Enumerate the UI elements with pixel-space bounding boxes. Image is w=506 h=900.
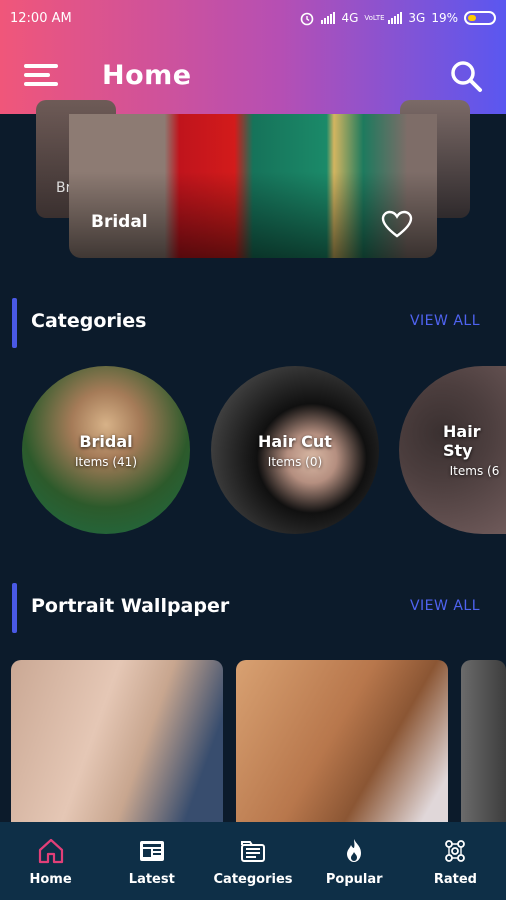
fire-icon <box>347 838 362 862</box>
nav-popular[interactable]: Popular <box>304 822 405 900</box>
app-header: 12:00 AM 4G VoLTE 3G 19% Home <box>0 0 506 114</box>
nav-rated[interactable]: Rated <box>405 822 506 900</box>
nav-latest[interactable]: Latest <box>101 822 202 900</box>
section-accent-bar <box>12 583 17 633</box>
view-all-categories-link[interactable]: VIEW ALL <box>410 313 480 329</box>
nav-label: Categories <box>213 871 293 887</box>
status-time: 12:00 AM <box>10 10 72 26</box>
volte-badge: VoLTE <box>364 13 385 22</box>
heart-icon[interactable] <box>381 210 413 238</box>
search-icon[interactable] <box>448 58 484 94</box>
portrait-header: Portrait Wallpaper VIEW ALL <box>0 583 506 633</box>
wallpaper-thumbnail[interactable] <box>236 660 448 830</box>
battery-icon <box>464 11 496 25</box>
status-icons: 4G VoLTE 3G 19% <box>299 10 496 26</box>
category-hair-style[interactable]: Hair Sty Items (6 <box>399 366 506 534</box>
nav-home[interactable]: Home <box>0 822 101 900</box>
category-name: Hair Cut <box>258 431 332 451</box>
signal-icon <box>388 12 403 24</box>
wallpaper-thumbnail[interactable] <box>461 660 506 830</box>
nav-label: Rated <box>433 871 477 887</box>
categories-icon <box>241 840 265 862</box>
category-count: Items (41) <box>74 454 137 469</box>
latest-icon <box>139 840 164 861</box>
wallpaper-thumbnail[interactable] <box>11 660 223 830</box>
nav-label: Home <box>29 871 72 887</box>
category-count: Items (0) <box>267 454 323 469</box>
category-name: Hair Sty <box>443 422 481 460</box>
nav-label: Latest <box>128 871 175 887</box>
alarm-icon <box>301 12 314 26</box>
category-hair-cut[interactable]: Hair Cut Items (0) <box>211 366 379 534</box>
category-bridal[interactable]: Bridal Items (41) <box>22 366 190 534</box>
nav-categories[interactable]: Categories <box>202 822 303 900</box>
category-name: Bridal <box>79 431 133 451</box>
view-all-portrait-link[interactable]: VIEW ALL <box>410 598 480 614</box>
rated-icon <box>445 839 466 862</box>
slider-card-label: Bridal <box>91 212 148 232</box>
category-count: Items (6 <box>449 464 500 478</box>
page-title: Home <box>102 59 192 91</box>
nav-label: Popular <box>325 871 383 887</box>
signal-icon <box>321 12 336 24</box>
home-icon <box>38 838 63 863</box>
section-title: Portrait Wallpaper <box>31 595 230 617</box>
categories-header: Categories VIEW ALL <box>0 298 506 348</box>
battery-label: 19% <box>431 11 458 25</box>
slider-card[interactable]: Bridal <box>69 114 437 258</box>
network2-label: 3G <box>408 11 426 25</box>
menu-icon[interactable] <box>20 60 60 90</box>
network1-label: 4G <box>341 11 359 25</box>
status-bar: 12:00 AM 4G VoLTE 3G 19% <box>0 0 506 36</box>
section-accent-bar <box>12 298 17 348</box>
section-title: Categories <box>31 310 147 332</box>
bottom-navigation: Home Latest Categories Popular Rated <box>0 822 506 900</box>
